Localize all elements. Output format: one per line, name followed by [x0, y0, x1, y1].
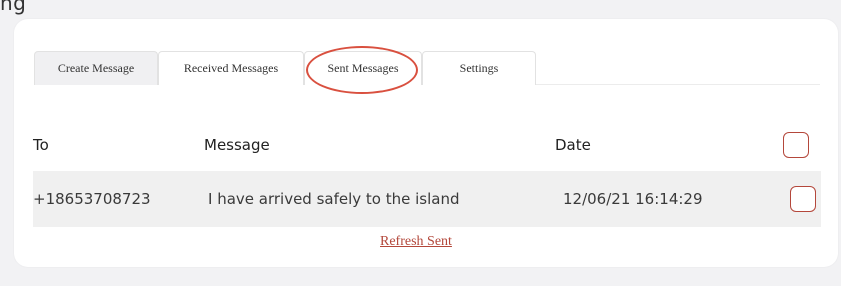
row-to: +18653708723 — [33, 190, 151, 208]
tab-settings[interactable]: Settings — [422, 51, 536, 85]
table-header-row: To Message Date — [33, 122, 821, 168]
tab-bar: Create Message Received Messages Sent Me… — [34, 51, 820, 85]
row-message: I have arrived safely to the island — [208, 190, 460, 208]
refresh-sent-link[interactable]: Refresh Sent — [380, 234, 452, 250]
tab-received-messages[interactable]: Received Messages — [158, 51, 304, 85]
partial-header-text-strip: ng — [0, 0, 841, 18]
header-date: Date — [555, 136, 591, 154]
tab-sent-messages[interactable]: Sent Messages — [304, 51, 422, 85]
header-to: To — [33, 136, 49, 154]
sent-messages-table: To Message Date +18653708723 I have arri… — [33, 122, 821, 227]
select-all-checkbox[interactable] — [783, 132, 809, 158]
partial-header-text: ng — [0, 0, 27, 15]
tab-create-message[interactable]: Create Message — [34, 51, 158, 85]
table-row: +18653708723 I have arrived safely to th… — [33, 171, 821, 227]
row-select-checkbox[interactable] — [790, 186, 816, 212]
header-message: Message — [204, 136, 270, 154]
row-date: 12/06/21 16:14:29 — [563, 190, 703, 208]
